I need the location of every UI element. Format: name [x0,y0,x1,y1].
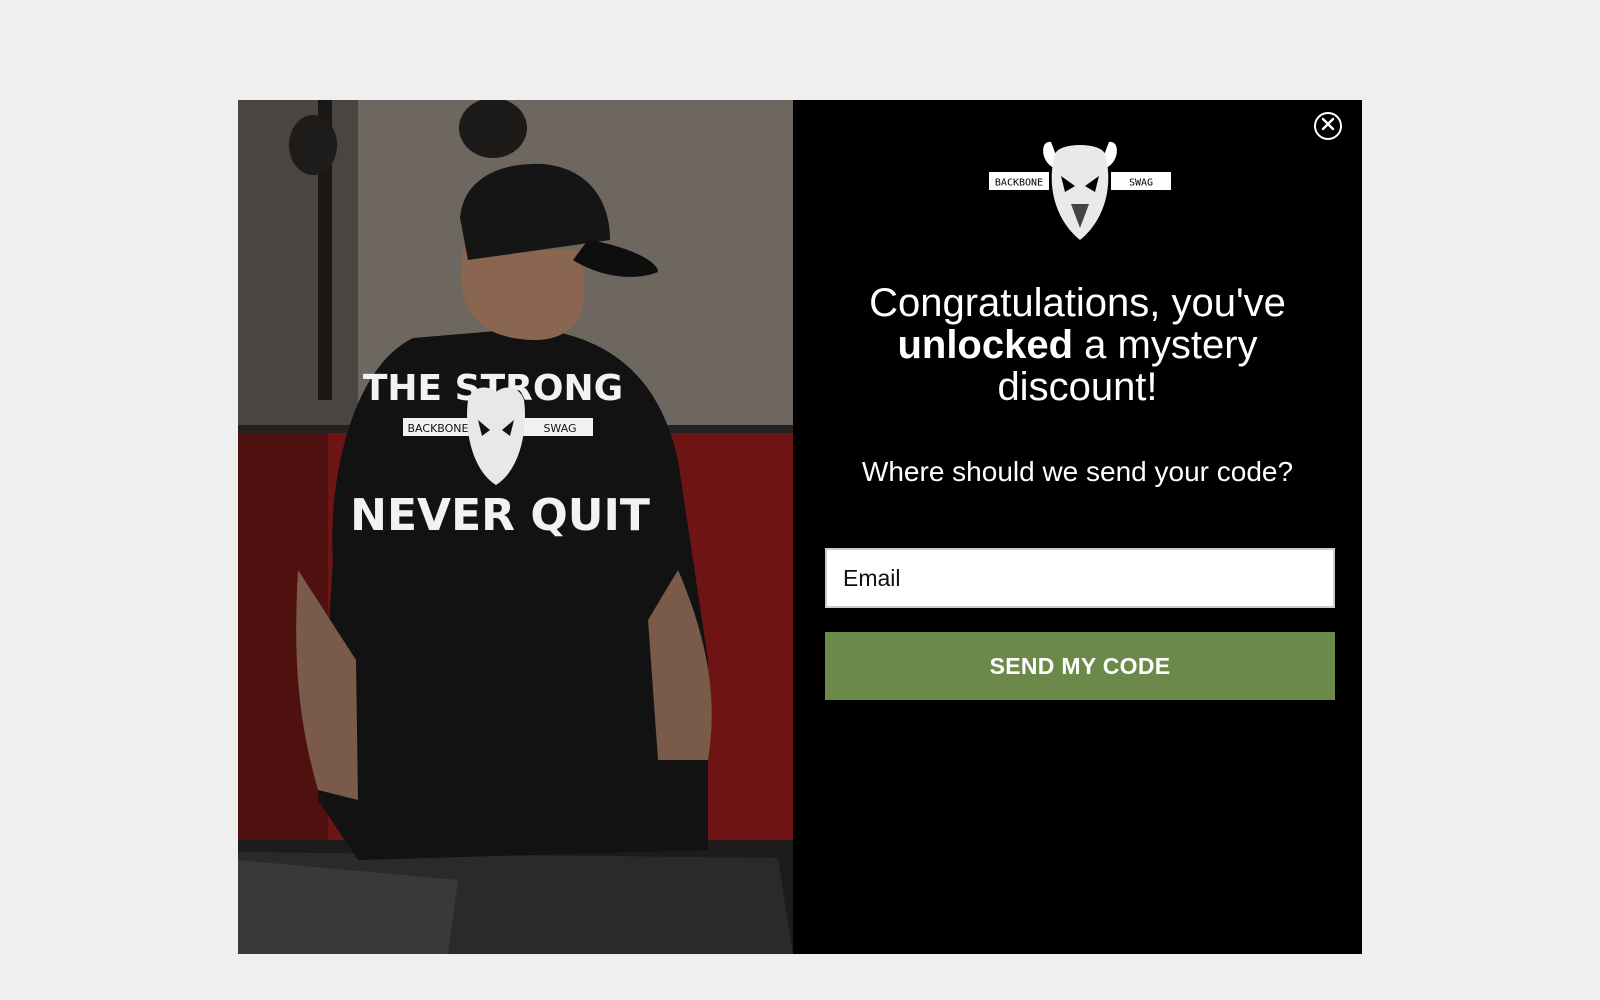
signup-panel: BACKBONE SWAG Congratulations, you've un… [793,100,1362,954]
subhead: Where should we send your code? [861,456,1294,487]
logo-right-text: SWAG [1129,178,1153,189]
brand-logo: BACKBONE SWAG [989,141,1171,240]
send-code-button[interactable]: SEND MY CODE [825,632,1335,700]
email-input[interactable] [825,548,1335,608]
headline: Congratulations, you've unlocked a myste… [823,282,1332,408]
close-icon [1321,117,1335,136]
shirt-logo-right: SWAG [543,422,576,435]
hero-photo: THE STRONG BACKBONE SWAG NEVER QUIT [238,100,793,954]
close-button[interactable] [1314,112,1342,140]
headline-line1: Congratulations, you've [869,281,1286,325]
shirt-bottom-text: NEVER QUIT [350,490,650,541]
signup-popup: THE STRONG BACKBONE SWAG NEVER QUIT BACK… [238,100,1362,954]
logo-left-text: BACKBONE [995,178,1043,189]
headline-bold: unlocked [897,323,1074,367]
shirt-logo-left: BACKBONE [408,422,469,435]
